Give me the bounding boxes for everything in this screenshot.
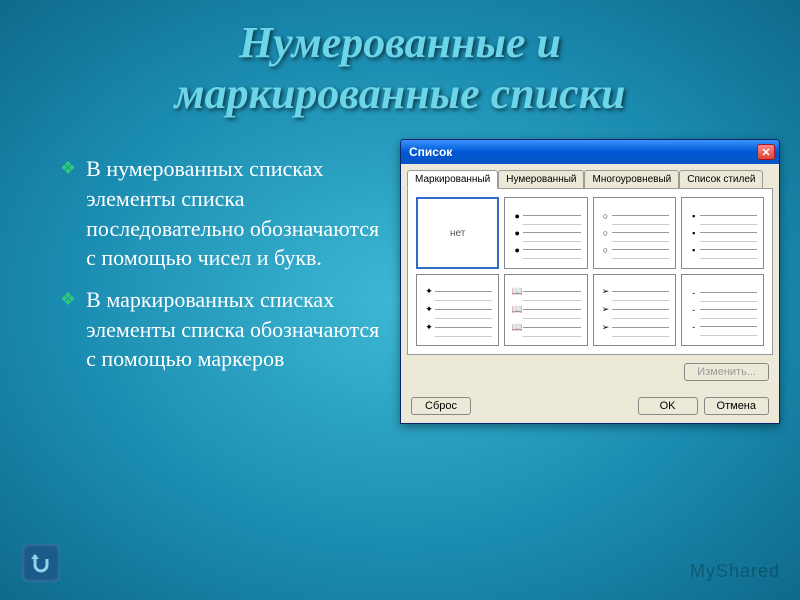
bullet-style-cell[interactable]: нет xyxy=(416,197,499,269)
bullet-char-icon: ✦ xyxy=(423,304,435,315)
bullet-preview: 📖 📖 📖 xyxy=(511,283,580,337)
bullet-char-icon: ▪ xyxy=(688,245,700,255)
bullet-style-cell[interactable]: - - - xyxy=(681,274,764,346)
reset-button[interactable]: Сброс xyxy=(411,397,471,415)
bullet-char-icon: ✦ xyxy=(423,322,435,333)
bullet-preview: ○ ○ ○ xyxy=(600,208,669,259)
bullet-char-icon: ▪ xyxy=(688,211,700,221)
bullet-preview: ● ● ● xyxy=(511,208,580,259)
title-line-2: маркированные списки xyxy=(0,69,800,120)
list-dialog: Список ✕ Маркированный Нумерованный Мног… xyxy=(400,139,780,424)
back-button[interactable] xyxy=(22,544,60,582)
tab-numbered[interactable]: Нумерованный xyxy=(498,170,584,188)
bullet-char-icon: 📖 xyxy=(511,322,523,333)
bullet-style-cell[interactable]: ➢ ➢ ➢ xyxy=(593,274,676,346)
bullet-preview: - - - xyxy=(688,285,757,336)
diamond-bullet-icon: ❖ xyxy=(60,289,76,310)
bullet-preview: ✦ ✦ ✦ xyxy=(423,283,492,337)
bullet-style-cell[interactable]: ● ● ● xyxy=(504,197,587,269)
title-line-1: Нумерованные и xyxy=(0,18,800,69)
bullet-char-icon: - xyxy=(688,288,700,298)
u-turn-arrow-icon xyxy=(29,551,53,575)
bullet-char-icon: ● xyxy=(511,228,523,238)
change-row: Изменить... xyxy=(401,355,779,389)
bullet-item: ❖ В маркированных списках элементы списк… xyxy=(60,285,390,374)
bullet-char-icon: ➢ xyxy=(600,286,612,297)
bullet-char-icon: ▪ xyxy=(688,228,700,238)
bullet-char-icon: ● xyxy=(511,245,523,255)
tab-strip: Маркированный Нумерованный Многоуровневы… xyxy=(401,164,779,188)
bullet-style-cell[interactable]: ✦ ✦ ✦ xyxy=(416,274,499,346)
bullet-char-icon: ➢ xyxy=(600,322,612,333)
bullet-char-icon: - xyxy=(688,322,700,332)
bottom-button-row: Сброс OK Отмена xyxy=(401,389,779,423)
bullet-char-icon: ○ xyxy=(600,245,612,255)
tab-multilevel[interactable]: Многоуровневый xyxy=(584,170,679,188)
tab-panel: нет ● ● ● ○ ○ ○ ▪ ▪ ▪ ✦ ✦ ✦ 📖 📖 📖 ➢ ➢ ➢ - - - xyxy=(407,188,773,355)
bullet-char-icon: ○ xyxy=(600,211,612,221)
bullet-item: ❖ В нумерованных списках элементы списка… xyxy=(60,154,390,273)
bullet-char-icon: ➢ xyxy=(600,304,612,315)
bullet-char-icon: ✦ xyxy=(423,286,435,297)
bullet-preview: ➢ ➢ ➢ xyxy=(600,283,669,337)
bullet-char-icon: 📖 xyxy=(511,286,523,297)
close-button[interactable]: ✕ xyxy=(757,144,775,160)
bullet-char-icon: - xyxy=(688,305,700,315)
tab-bulleted[interactable]: Маркированный xyxy=(407,170,498,189)
bullet-style-grid: нет ● ● ● ○ ○ ○ ▪ ▪ ▪ ✦ ✦ ✦ 📖 📖 📖 ➢ ➢ ➢ - - - xyxy=(416,197,764,346)
bullet-text: В нумерованных списках элементы списка п… xyxy=(86,154,390,273)
bullet-style-cell[interactable]: ○ ○ ○ xyxy=(593,197,676,269)
ok-button[interactable]: OK xyxy=(638,397,698,415)
tab-stylelist[interactable]: Список стилей xyxy=(679,170,763,188)
bullet-style-cell[interactable]: ▪ ▪ ▪ xyxy=(681,197,764,269)
bullet-preview: ▪ ▪ ▪ xyxy=(688,208,757,259)
watermark: MyShared xyxy=(690,561,780,582)
change-button[interactable]: Изменить... xyxy=(684,363,769,381)
slide-title: Нумерованные и маркированные списки xyxy=(0,0,800,119)
diamond-bullet-icon: ❖ xyxy=(60,158,76,179)
dialog-title: Список xyxy=(409,145,452,159)
bullet-char-icon: ● xyxy=(511,211,523,221)
bullet-text: В маркированных списках элементы списка … xyxy=(86,285,390,374)
description-column: ❖ В нумерованных списках элементы списка… xyxy=(60,139,390,424)
dialog-titlebar: Список ✕ xyxy=(401,140,779,164)
none-label: нет xyxy=(450,228,465,239)
bullet-char-icon: ○ xyxy=(600,228,612,238)
cancel-button[interactable]: Отмена xyxy=(704,397,769,415)
bullet-style-cell[interactable]: 📖 📖 📖 xyxy=(504,274,587,346)
bullet-char-icon: 📖 xyxy=(511,304,523,315)
